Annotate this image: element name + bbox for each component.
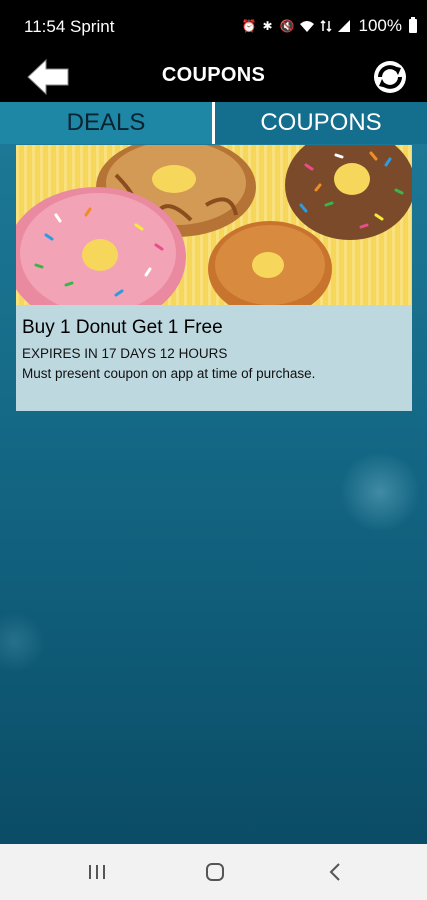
coupon-expiry: EXPIRES IN 17 DAYS 12 HOURS (22, 346, 228, 361)
coupon-details: Buy 1 Donut Get 1 Free EXPIRES IN 17 DAY… (22, 317, 406, 381)
coupon-description: Must present coupon on app at time of pu… (22, 366, 316, 381)
home-icon (206, 863, 224, 881)
donuts-image (16, 145, 412, 305)
status-bar: 11:54 Sprint ⏰ ✱ 🔇 100% (0, 0, 427, 52)
clock-text: 11:54 (24, 17, 66, 36)
refresh-icon (374, 61, 406, 93)
system-nav-bar (0, 844, 427, 900)
content-area: DEALS COUPONS Buy 1 Donut Get 1 Free EXP… (0, 102, 427, 844)
coupon-image (16, 145, 412, 305)
back-button[interactable] (26, 58, 76, 96)
status-time: 11:54 Sprint (24, 17, 114, 37)
alarm-icon: ⏰ (241, 19, 257, 33)
data-icon (319, 19, 332, 33)
status-icons: ⏰ ✱ 🔇 100% (242, 16, 417, 36)
home-button[interactable] (190, 856, 240, 888)
signal-icon (337, 20, 350, 32)
back-arrow-icon (27, 58, 69, 96)
mute-icon: 🔇 (279, 19, 295, 33)
tab-coupons[interactable]: COUPONS (215, 102, 427, 144)
battery-icon (409, 17, 417, 33)
wifi-icon (299, 21, 314, 32)
coupon-card[interactable]: Buy 1 Donut Get 1 Free EXPIRES IN 17 DAY… (16, 145, 412, 411)
refresh-button[interactable] (371, 58, 409, 96)
tab-deals[interactable]: DEALS (0, 102, 215, 144)
carrier-text: Sprint (70, 17, 115, 36)
bluetooth-icon: ✱ (262, 19, 273, 33)
app-bar: COUPONS (0, 52, 427, 102)
back-nav-button[interactable] (310, 856, 360, 888)
recent-apps-icon (89, 865, 105, 879)
recent-apps-button[interactable] (72, 856, 122, 888)
battery-percent: 100% (358, 16, 402, 35)
chevron-left-icon (329, 863, 340, 881)
tab-bar: DEALS COUPONS (0, 102, 427, 144)
coupon-title: Buy 1 Donut Get 1 Free (22, 317, 223, 338)
